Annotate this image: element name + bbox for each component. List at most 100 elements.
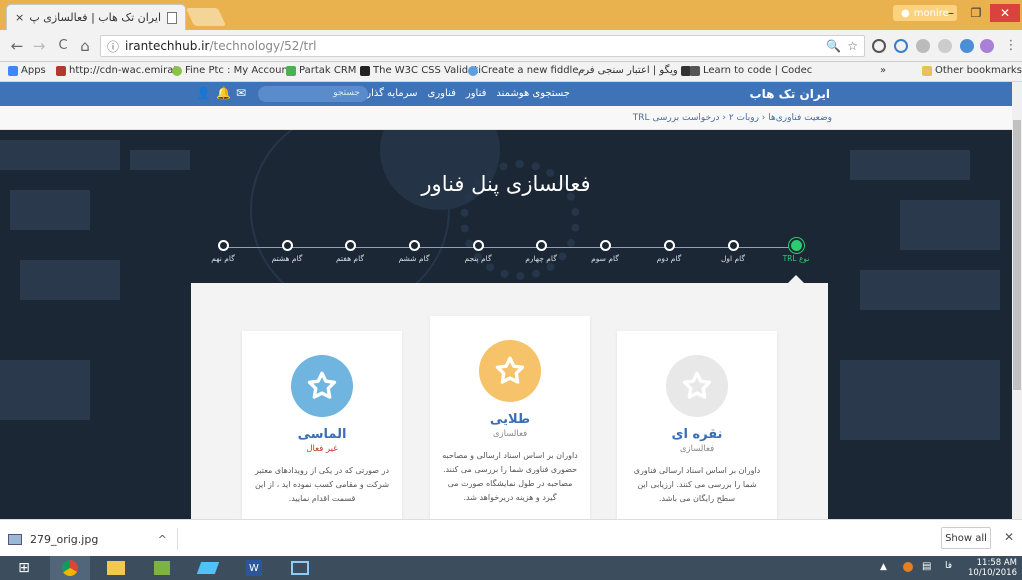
pattern-decoration [0,360,90,420]
network-icon[interactable]: ▤ [922,561,931,572]
step-dot [344,240,356,251]
step-5[interactable]: گام پنجم [448,240,508,263]
new-tab-button[interactable] [185,8,227,26]
pattern-decoration [0,140,120,170]
site-logo[interactable]: ایران تک هاب [750,87,830,101]
site-search-input[interactable]: جستجو [258,86,368,102]
bookmark-label: Create a new fiddle - [481,65,586,76]
step-9[interactable]: گام نهم [193,240,253,263]
extension-icon[interactable] [916,39,930,53]
tray-app-icon[interactable] [903,562,913,572]
other-bookmarks-label: Other bookmarks [935,65,1022,76]
bookmark-item[interactable]: ویگو | اعتبار سنجی فرم [578,65,691,76]
bookmark-favicon-icon [690,65,700,76]
bookmark-item[interactable]: Partak CRM [286,65,356,76]
photos-taskbar-icon[interactable] [142,556,182,580]
card-silver[interactable]: نقره ای فعالسازی داوران بر اساس اسناد ار… [617,331,777,519]
nav-smart-search[interactable]: جستجوی هوشمند [496,88,570,99]
bookmark-item[interactable]: Fine Ptc : My Account [172,65,292,76]
step-7[interactable]: گام هفتم [320,240,380,263]
pattern-decoration [130,150,190,170]
extension-icon[interactable] [938,39,952,53]
zoom-icon[interactable]: 🔍 [826,39,841,53]
bookmark-label: http://cdn-wac.emirat [69,65,178,76]
word-taskbar-icon[interactable]: W [234,556,274,580]
minimize-button[interactable]: – [938,4,964,22]
card-status: فعالسازی [492,429,528,439]
card-gold[interactable]: طلایی فعالسازی داوران بر اساس اسناد ارسا… [430,316,590,519]
system-clock[interactable]: 11:58 AM 10/10/2016 [968,558,1017,578]
extension-icon[interactable] [960,39,974,53]
step-dot [472,240,484,251]
download-item[interactable]: 279_orig.jpg ^ [8,528,178,550]
scrollbar-thumb[interactable] [1013,120,1021,390]
explorer-taskbar-icon[interactable] [96,556,136,580]
home-icon[interactable]: ⌂ [76,37,94,55]
page-scrollbar[interactable] [1012,82,1022,519]
other-bookmarks[interactable]: Other bookmarks [922,65,1022,76]
nav-technology[interactable]: فناوری [428,88,456,99]
bell-icon[interactable]: 🔔 [216,86,231,100]
close-download-bar-icon[interactable]: ✕ [1004,530,1014,544]
forward-icon[interactable]: → [30,37,48,55]
step-2[interactable]: گام دوم [639,240,699,263]
reload-icon[interactable]: C [54,37,72,55]
bookmark-label: ویگو | اعتبار سنجی فرم [578,65,678,76]
step-dot [599,240,611,251]
step-label: گام اول [720,254,746,263]
card-description: در صورتی که در یکی از رویدادهای معتبر شر… [254,466,390,503]
menu-icon[interactable]: ⋮ [1002,37,1020,55]
chevron-up-icon[interactable]: ^ [158,533,167,546]
page-favicon-icon [167,11,177,24]
url-input[interactable]: ⓘ irantechhub.ir/technology/52/trl 🔍 ☆ [100,35,865,57]
bookmark-star-icon[interactable]: ☆ [847,39,858,53]
extension-icon[interactable] [872,39,886,53]
card-diamond[interactable]: الماسی غیر فعال در صورتی که در یکی از رو… [242,331,402,519]
browser-title-bar: × ایران تک هاب | فعالسازی پ ● monire – ❐ … [0,0,1022,30]
close-window-button[interactable]: ✕ [990,4,1020,22]
bookmark-item[interactable]: Learn to code | Codec [690,65,812,76]
step-8[interactable]: گام هشتم [257,240,317,263]
show-all-button[interactable]: Show all [941,527,991,549]
step-4[interactable]: گام چهارم [511,240,571,263]
bookmark-item[interactable]: http://cdn-wac.emirat [56,65,177,76]
step-label: گام دوم [656,254,682,263]
mail-icon[interactable]: ✉ [236,86,246,100]
start-button[interactable]: ⊞ [4,556,44,580]
pattern-decoration [20,260,120,300]
bookmarks-overflow[interactable]: » [880,65,886,76]
bookmark-item[interactable]: The W3C CSS Validati [360,65,481,76]
extension-icon[interactable] [894,39,908,53]
browser-tab[interactable]: × ایران تک هاب | فعالسازی پ [6,4,186,30]
step-3[interactable]: گام سوم [575,240,635,263]
maximize-button[interactable]: ❐ [963,4,989,22]
bookmark-favicon-icon [360,65,370,76]
pattern-decoration [900,200,1000,250]
extension-icon[interactable] [980,39,994,53]
nav-technologist[interactable]: فناور [466,88,487,99]
step-trl-type[interactable]: نوع TRL [766,240,826,263]
tab-close-icon[interactable]: × [15,11,24,24]
info-icon[interactable]: ⓘ [107,38,119,55]
step-label: گام ششم [398,254,430,263]
remote-desktop-taskbar-icon[interactable] [280,556,320,580]
card-status: غیر فعال [306,444,338,454]
bookmark-item[interactable]: Create a new fiddle - [468,65,585,76]
step-label: گام نهم [211,254,235,263]
download-bar: 279_orig.jpg ^ Show all ✕ [0,519,1022,556]
nav-investor[interactable]: سرمایه گذار [366,88,417,99]
language-indicator[interactable]: فا [945,561,952,571]
star-icon [291,355,353,417]
breadcrumb[interactable]: وضعیت فناوری‌ها ‹ روبات ۲ ‹ درخواست بررس… [0,106,1012,130]
tray-chevron-icon[interactable]: ▲ [880,562,887,572]
trl-options-panel: نقره ای فعالسازی داوران بر اساس اسناد ار… [191,283,828,519]
clock-time: 11:58 AM [976,558,1017,568]
step-6[interactable]: گام ششم [384,240,444,263]
app-taskbar-icon[interactable] [188,556,228,580]
step-1[interactable]: گام اول [703,240,763,263]
back-icon[interactable]: ← [8,37,26,55]
chrome-taskbar-icon[interactable] [50,556,90,580]
bookmark-apps[interactable]: Apps [8,65,46,76]
user-icon[interactable]: 👤 [196,86,211,100]
step-label: گام چهارم [525,254,557,263]
